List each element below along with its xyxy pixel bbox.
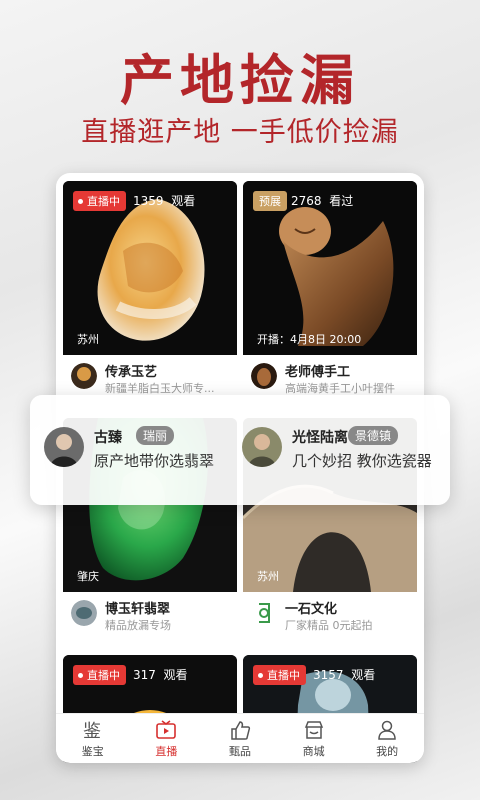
shop-avatar [71,363,97,389]
tab-label: 直播 [155,744,178,758]
location-label: 苏州 [257,570,279,583]
svg-text:鉴: 鉴 [83,721,101,741]
tab-label: 商城 [302,744,325,758]
live-badge: 直播中 [253,665,306,685]
live-badge: 直播中 [73,191,126,211]
host-name: 光怪陆离 [292,430,348,446]
host-avatar [242,427,282,467]
card-info: 一石文化 厂家精品 0元起拍 [243,592,417,652]
location-tag: 景德镇 [348,426,399,445]
shop-avatar [71,600,97,626]
shop-name: 传承玉艺 [105,365,158,380]
shop-name: 老师傅手工 [285,365,351,380]
shop-name: 博玉轩翡翠 [105,602,171,617]
shop-icon [303,719,325,741]
shop-avatar [251,600,277,626]
preview-badge: 预展 [253,191,287,211]
person-icon [376,719,398,741]
host-recommend-popup: 古臻 瑞丽 原产地带你选翡翠 光怪陆离 景德镇 几个妙招 教你选瓷器 [30,395,450,505]
preview-card[interactable]: 预展 2768 看过 开播：4月8日 20:00 老师傅手工 高端海黄手工小叶摆… [243,181,417,415]
host-description: 几个妙招 教你选瓷器 [292,452,432,470]
location-label: 肇庆 [77,570,99,583]
tab-zhibo[interactable]: 直播 [130,714,204,763]
host-item[interactable]: 古臻 瑞丽 原产地带你选翡翠 [44,423,244,475]
tab-wode[interactable]: 我的 [350,714,424,763]
card-info: 博玉轩翡翠 精品放漏专场 [63,592,237,652]
hero-subtitle: 直播逛产地 一手低价捡漏 [81,117,399,148]
product-thumbnail: 预展 2768 看过 开播：4月8日 20:00 [243,181,417,355]
jian-glyph-icon: 鉴 [82,719,104,741]
product-thumbnail: 直播中 1359 观看 苏州 [63,181,237,355]
shop-avatar [251,363,277,389]
thumbs-up-icon [229,719,251,741]
start-time: 开播：4月8日 20:00 [257,333,362,346]
tab-jianbao[interactable]: 鉴 鉴宝 [56,714,130,763]
viewer-count: 317 观看 [133,668,188,682]
viewer-count: 1359 观看 [133,194,196,208]
live-badge: 直播中 [73,665,126,685]
shop-name: 一石文化 [285,602,338,617]
location-label: 苏州 [77,333,99,346]
tv-play-icon [155,719,177,741]
tab-label: 我的 [376,744,399,758]
shop-description: 厂家精品 0元起拍 [285,619,373,632]
viewer-count: 2768 看过 [291,194,354,208]
host-name: 古臻 [94,430,122,446]
tab-shangcheng[interactable]: 商城 [277,714,351,763]
viewer-count: 3157 观看 [313,668,376,682]
shop-description: 新疆羊脂白玉大师专... [105,382,215,395]
host-item[interactable]: 光怪陆离 景德镇 几个妙招 教你选瓷器 [242,423,447,475]
tab-zhenpin[interactable]: 甄品 [203,714,277,763]
tab-label: 鉴宝 [81,744,104,758]
host-avatar [44,427,84,467]
location-tag: 瑞丽 [136,426,175,445]
live-card[interactable]: 直播中 1359 观看 苏州 传承玉艺 新疆羊脂白玉大师专... [63,181,237,415]
tab-label: 甄品 [228,744,251,758]
hero-title: 产地捡漏 [120,48,360,112]
shop-description: 精品放漏专场 [105,619,171,632]
host-description: 原产地带你选翡翠 [94,452,215,470]
shop-description: 高端海黄手工小叶摆件 [285,382,395,395]
bottom-tab-bar: 鉴 鉴宝 直播 甄品 商城 我的 [56,713,424,763]
